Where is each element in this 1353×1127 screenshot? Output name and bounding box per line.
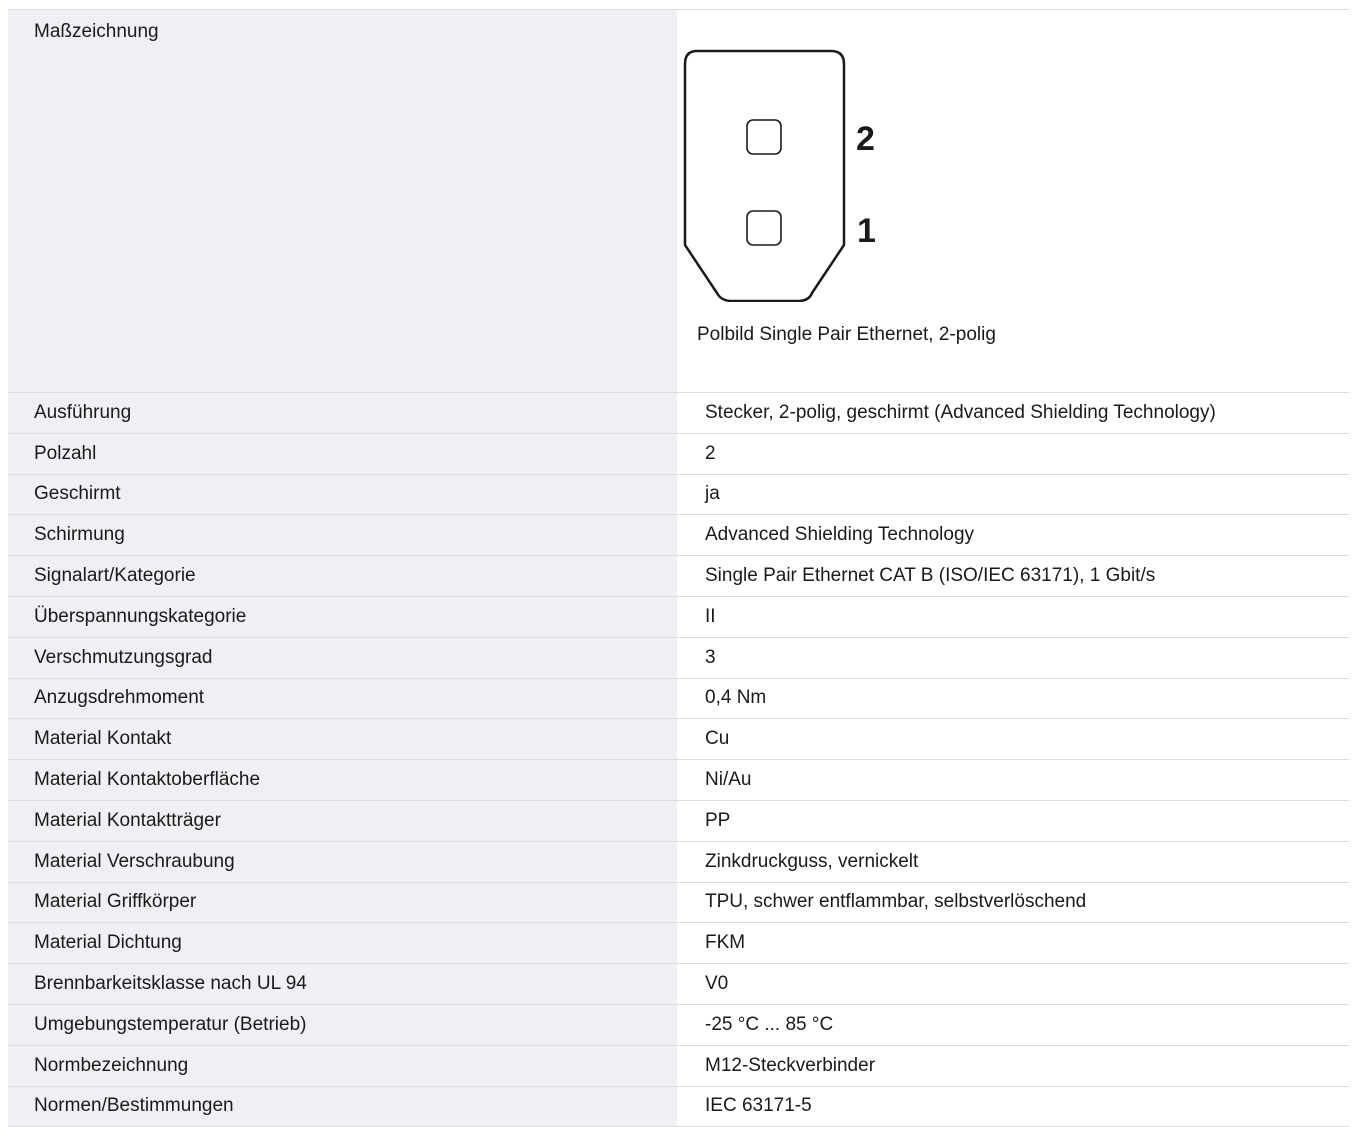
table-row: Normen/Bestimmungen IEC 63171-5: [8, 1086, 1349, 1127]
connector-outline: [683, 49, 846, 302]
row-value: TPU, schwer entflammbar, selbstverlösche…: [705, 891, 1087, 913]
row-value: IEC 63171-5: [705, 1095, 812, 1117]
row-value: Cu: [705, 728, 730, 750]
row-label: Brennbarkeitsklasse nach UL 94: [8, 964, 677, 1004]
row-value: 2: [705, 442, 716, 464]
row-label: Anzugsdrehmoment: [8, 678, 677, 719]
table-row: Überspannungskategorie II: [8, 596, 1349, 638]
drawing-cell: 2 1 Polbild Single Pair Ethernet, 2-poli…: [677, 10, 1349, 392]
table-row: Normbezeichnung M12-Steckverbinder: [8, 1045, 1349, 1087]
row-label: Material Kontaktoberfläche: [8, 760, 677, 800]
row-value: V0: [705, 973, 729, 995]
row-label: Überspannungskategorie: [8, 596, 677, 637]
row-label: Maßzeichnung: [8, 10, 677, 392]
row-label: Material Kontaktträger: [8, 800, 677, 841]
row-label: Normen/Bestimmungen: [8, 1086, 677, 1127]
table-row: Geschirmt ja: [8, 474, 1349, 516]
row-label: Material Dichtung: [8, 923, 677, 964]
row-value: FKM: [705, 932, 746, 954]
row-label: Normbezeichnung: [8, 1045, 677, 1086]
row-label: Material Verschraubung: [8, 841, 677, 882]
row-value: 3: [705, 646, 716, 668]
row-label: Verschmutzungsgrad: [8, 637, 677, 678]
pin-2-contact: [746, 119, 782, 155]
row-value: Ni/Au: [705, 769, 752, 791]
table-row: Material Kontaktoberfläche Ni/Au: [8, 760, 1349, 801]
table-row: Anzugsdrehmoment 0,4 Nm: [8, 678, 1349, 720]
table-row: Signalart/Kategorie Single Pair Ethernet…: [8, 556, 1349, 597]
table-row: Material Dichtung FKM: [8, 923, 1349, 965]
table-row: Material Griffkörper TPU, schwer entflam…: [8, 882, 1349, 924]
table-row: Ausführung Stecker, 2-polig, geschirmt (…: [8, 393, 1349, 434]
spec-table: Maßzeichnung 2 1 Polbild Single Pair Eth…: [8, 9, 1349, 1127]
table-row: Material Kontaktträger PP: [8, 800, 1349, 842]
row-value: ja: [705, 483, 720, 505]
row-value: Zinkdruckguss, vernickelt: [705, 850, 919, 872]
table-row: Brennbarkeitsklasse nach UL 94 V0: [8, 964, 1349, 1005]
row-label: Material Kontakt: [8, 719, 677, 760]
row-value: Advanced Shielding Technology: [705, 524, 975, 546]
row-label: Signalart/Kategorie: [8, 556, 677, 596]
table-row: Umgebungstemperatur (Betrieb) -25 °C ...…: [8, 1004, 1349, 1046]
row-value: Stecker, 2-polig, geschirmt (Advanced Sh…: [705, 401, 1216, 423]
row-label: Umgebungstemperatur (Betrieb): [8, 1004, 677, 1045]
drawing-row: Maßzeichnung 2 1 Polbild Single Pair Eth…: [8, 10, 1349, 393]
row-value: Single Pair Ethernet CAT B (ISO/IEC 6317…: [705, 565, 1156, 587]
row-label: Polzahl: [8, 433, 677, 474]
pin-1-contact: [746, 210, 782, 246]
pin-2-label: 2: [856, 120, 875, 158]
table-row: Material Verschraubung Zinkdruckguss, ve…: [8, 841, 1349, 883]
row-value: II: [705, 605, 716, 627]
row-label: Schirmung: [8, 515, 677, 556]
row-value: -25 °C ... 85 °C: [705, 1013, 834, 1035]
row-label: Geschirmt: [8, 474, 677, 515]
table-row: Material Kontakt Cu: [8, 719, 1349, 761]
pin-layout-drawing: 2 1: [683, 49, 876, 302]
row-label: Material Griffkörper: [8, 882, 677, 923]
row-value: M12-Steckverbinder: [705, 1054, 876, 1076]
table-row: Schirmung Advanced Shielding Technology: [8, 515, 1349, 557]
drawing-caption: Polbild Single Pair Ethernet, 2-polig: [697, 324, 996, 345]
row-value: PP: [705, 809, 731, 831]
table-row: Verschmutzungsgrad 3: [8, 637, 1349, 679]
table-row: Polzahl 2: [8, 433, 1349, 475]
row-label: Ausführung: [8, 393, 677, 433]
pin-1-label: 1: [857, 212, 876, 250]
row-value: 0,4 Nm: [705, 687, 767, 709]
